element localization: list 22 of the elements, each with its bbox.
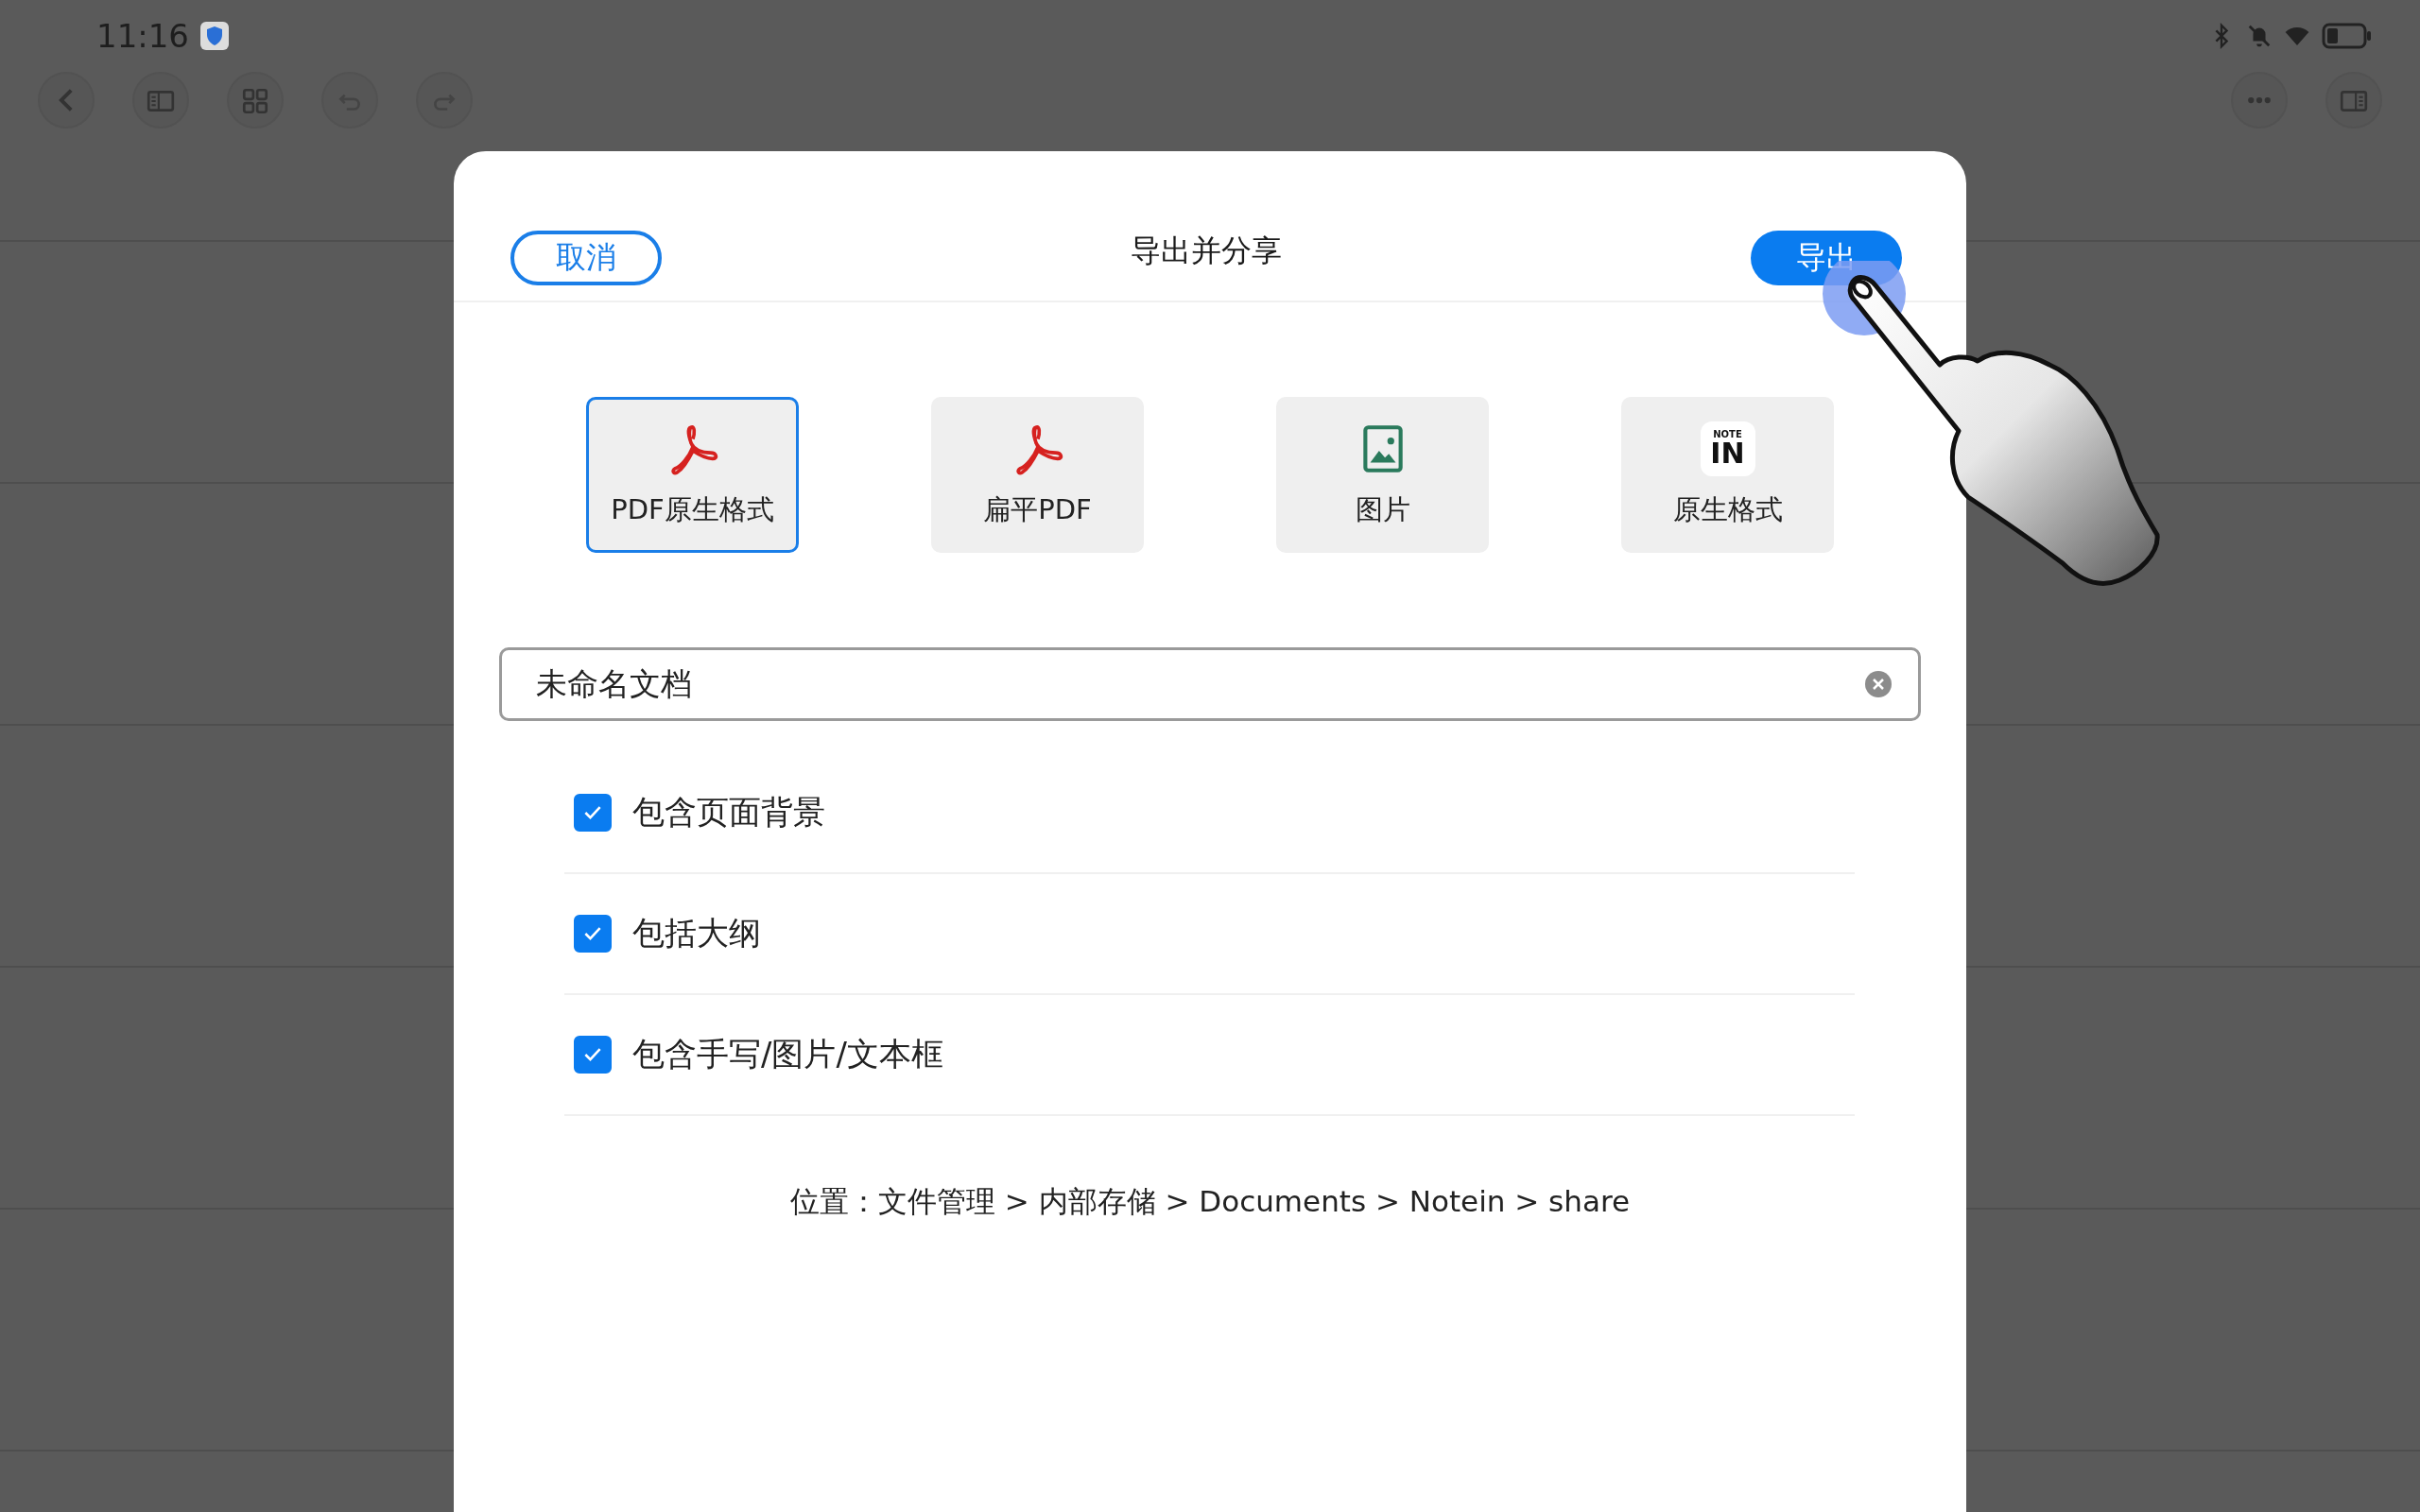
option-label: 包括大纲 [632,913,761,954]
clear-icon[interactable] [1864,670,1893,698]
checkbox[interactable] [574,794,612,832]
location-text: 位置：文件管理 > 内部存储 > Documents > Notein > share [789,1184,1631,1218]
status-time: 11:16 [96,17,189,55]
option-label: 包含手写/图片/文本框 [632,1034,943,1074]
battery-icon [2322,23,2373,49]
format-option[interactable]: 扁平PDF [931,397,1144,553]
checkbox[interactable] [574,1036,612,1074]
filename-field[interactable]: 未命名文档 [499,647,1921,721]
format-option[interactable]: PDF原生格式 [586,397,799,553]
shield-icon [200,22,229,50]
option-label: 包含页面背景 [632,792,825,833]
format-option[interactable]: 图片 [1276,397,1489,553]
app-logo: NOTE IN [1700,421,1755,476]
format-option[interactable]: NOTE IN 原生格式 [1621,397,1834,553]
back-icon [59,88,74,112]
muted-bell-icon [2246,23,2273,49]
more-icon [2246,95,2273,105]
cancel-button[interactable]: 取消 [510,231,662,285]
checkbox[interactable] [574,915,612,953]
dialog-title: 导出并分享 [1131,232,1282,270]
